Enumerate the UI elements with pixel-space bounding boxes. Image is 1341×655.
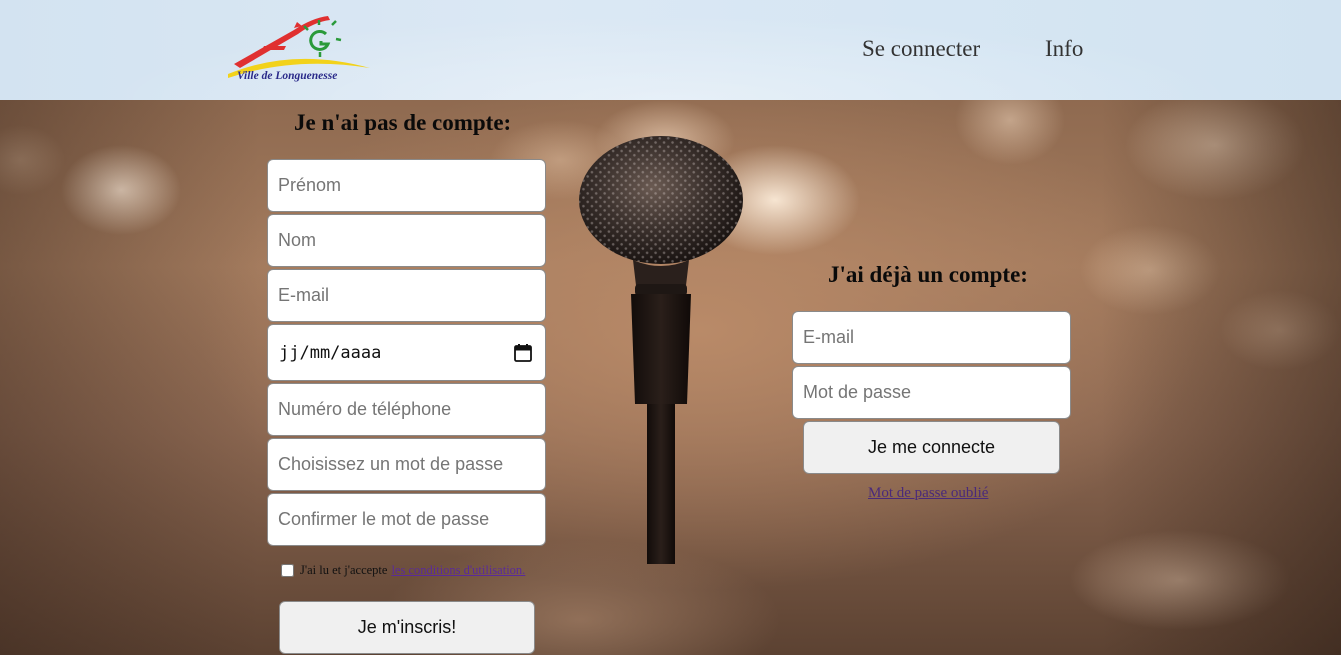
phone-input[interactable] [267,383,546,436]
terms-row: J'ai lu et j'accepte les conditions d'ut… [281,563,525,578]
login-email-input[interactable] [792,311,1071,364]
signup-title: Je n'ai pas de compte: [294,110,512,135]
city-logo[interactable]: Ville de Longuenesse [224,12,374,88]
terms-text: J'ai lu et j'accepte [300,563,388,577]
background-shade-left [0,100,260,655]
login-button[interactable]: Je me connecte [803,421,1060,474]
nav-login-link[interactable]: Se connecter [862,36,980,62]
last-name-input[interactable] [267,214,546,267]
site-header: Ville de Longuenesse Se connecter Info [0,0,1341,100]
terms-link[interactable]: les conditions d'utilisation. [391,563,525,578]
nav-info-link[interactable]: Info [1045,36,1083,62]
calendar-icon[interactable] [513,343,533,363]
microphone-image [579,136,743,564]
first-name-input[interactable] [267,159,546,212]
background-shade-right [1101,100,1341,655]
confirm-password-input[interactable] [267,493,546,546]
signup-button[interactable]: Je m'inscris! [279,601,535,654]
forgot-password-link[interactable]: Mot de passe oublié [868,485,988,502]
signup-email-input[interactable] [267,269,546,322]
logo-text: Ville de Longuenesse [237,70,338,82]
birthdate-input[interactable]: jj/mm/aaaa [267,324,546,381]
birthdate-placeholder: jj/mm/aaaa [279,342,382,363]
login-title: J'ai déjà un compte: [828,262,1028,287]
signup-password-input[interactable] [267,438,546,491]
login-password-input[interactable] [792,366,1071,419]
terms-checkbox[interactable] [281,564,294,577]
